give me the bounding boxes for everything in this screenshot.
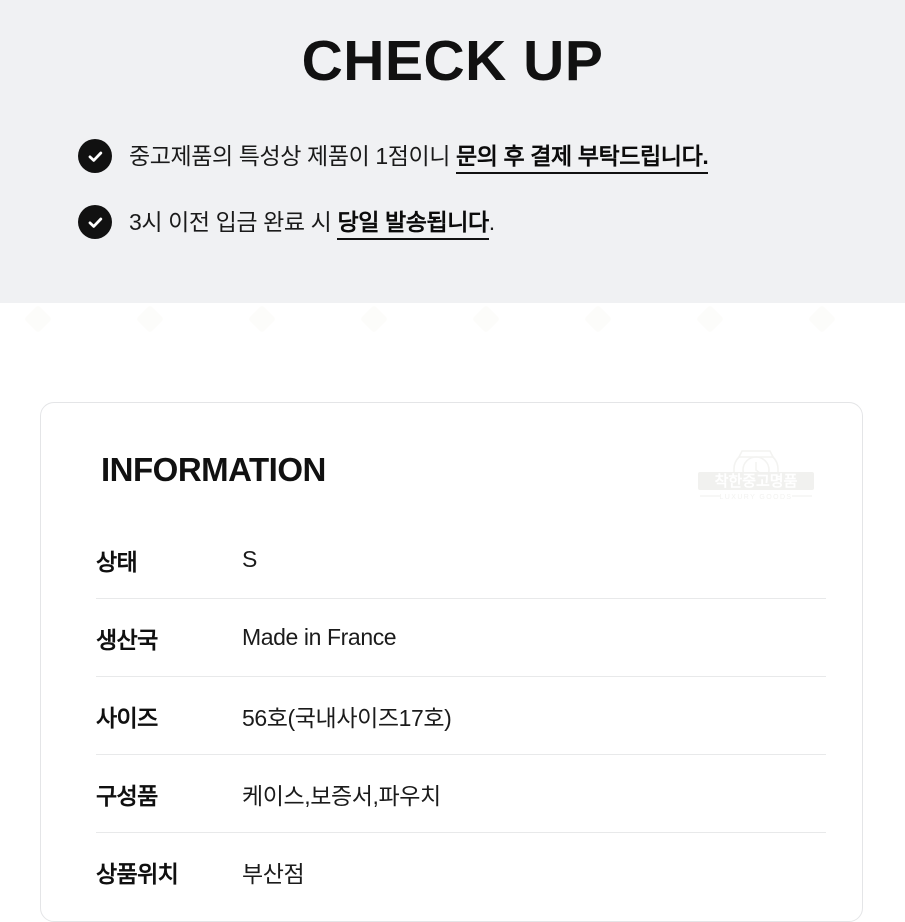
checkup-section: CHECK UP 중고제품의 특성상 제품이 1점이니 문의 후 결제 부탁드립… [0,0,905,303]
brand-watermark: 착한중고명품 LUXURY GOODS [692,443,820,505]
notice-item: 중고제품의 특성상 제품이 1점이니 문의 후 결제 부탁드립니다. [78,134,878,178]
notice-list: 중고제품의 특성상 제품이 1점이니 문의 후 결제 부탁드립니다. 3시 이전… [78,134,878,266]
row-value: S [242,546,257,572]
notice-text-emphasis: 당일 발송됩니다 [337,209,489,240]
page-title: CHECK UP [301,29,604,93]
table-row: 사이즈 56호(국내사이즈17호) [96,677,826,755]
notice-text-emphasis: 문의 후 결제 부탁드립니다. [456,143,709,174]
notice-text-plain: 중고제품의 특성상 제품이 1점이니 [129,143,456,169]
row-value: Made in France [242,624,397,650]
table-row: 상품위치 부산점 [96,833,826,911]
watermark-tagline-text: LUXURY GOODS [720,494,793,501]
notice-text: 3시 이전 입금 완료 시 당일 발송됩니다. [129,205,495,240]
row-label: 사이즈 [96,704,158,731]
row-value: 부산점 [242,861,305,887]
notice-text-plain: 3시 이전 입금 완료 시 [129,209,338,235]
check-circle-icon [78,139,112,173]
watermark-strip [0,304,905,345]
row-value: 케이스,보증서,파우치 [242,782,441,809]
row-label: 구성품 [96,782,158,809]
table-row: 생산국 Made in France [96,599,826,677]
notice-item: 3시 이전 입금 완료 시 당일 발송됩니다. [78,200,878,244]
notice-text-tail: . [488,209,495,235]
table-row: 상태 S [96,521,826,599]
check-circle-icon [78,205,112,239]
table-row: 구성품 케이스,보증서,파우치 [96,755,826,833]
row-label: 상태 [96,548,138,575]
notice-text: 중고제품의 특성상 제품이 1점이니 문의 후 결제 부탁드립니다. [129,139,709,174]
watermark-brand-text: 착한중고명품 [715,472,798,490]
information-card: INFORMATION 착한중고명품 LUXURY GOODS 상태 S 생산국… [40,402,863,922]
information-table: 상태 S 생산국 Made in France 사이즈 56호(국내사이즈17호… [96,521,826,911]
row-label: 생산국 [96,626,158,653]
information-heading: INFORMATION [101,451,326,488]
row-value: 56호(국내사이즈17호) [242,704,452,731]
row-label: 상품위치 [96,861,179,887]
